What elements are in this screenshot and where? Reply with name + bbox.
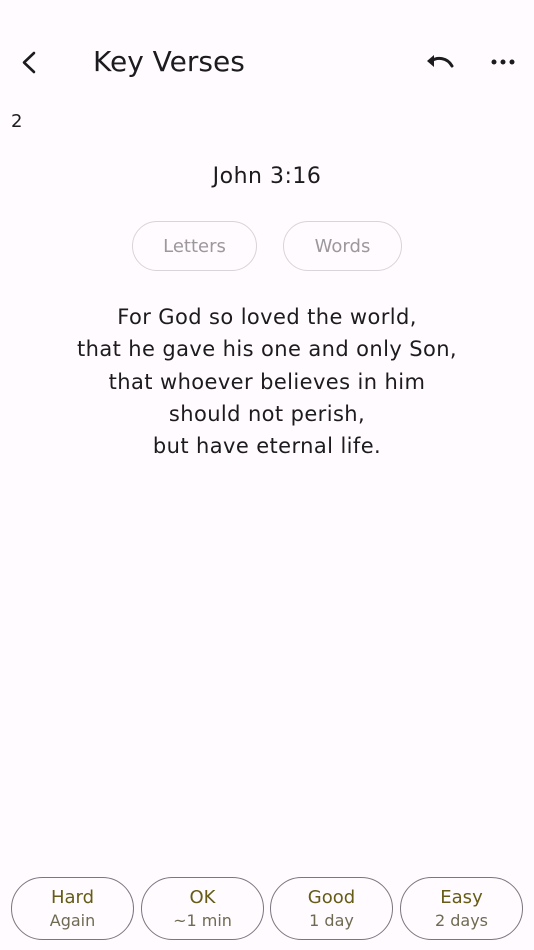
verse-text: For God so loved the world, that he gave… <box>0 301 534 462</box>
ok-grade-button[interactable]: OK ~1 min <box>141 877 264 940</box>
letters-hint-button[interactable]: Letters <box>132 221 257 271</box>
undo-button[interactable] <box>418 40 462 84</box>
verse-line: that whoever believes in him <box>108 369 426 394</box>
verse-line: For God so loved the world, <box>117 305 417 329</box>
verse-line: should not perish, <box>168 401 366 426</box>
words-hint-button[interactable]: Words <box>283 221 402 271</box>
hint-buttons: Letters Words <box>0 221 534 273</box>
grade-label: Easy <box>440 886 483 908</box>
top-app-bar: Key Verses <box>0 0 534 124</box>
undo-icon <box>427 55 454 68</box>
chevron-left-icon <box>22 51 36 74</box>
verse-reference: John 3:16 <box>212 164 322 189</box>
grade-label: Good <box>307 886 356 908</box>
page-title: Key Verses <box>93 45 245 78</box>
grade-label: OK <box>189 886 216 908</box>
grade-interval: 2 days <box>434 910 489 930</box>
hard-grade-button[interactable]: Hard Again <box>11 877 134 940</box>
grade-interval: Again <box>49 910 96 930</box>
grade-interval: ~1 min <box>173 910 232 930</box>
grade-label: Hard <box>50 886 95 908</box>
good-grade-button[interactable]: Good 1 day <box>270 877 393 940</box>
grade-interval: 1 day <box>309 910 354 930</box>
grade-buttons: Hard Again OK ~1 min Good 1 day Easy 2 d… <box>0 877 534 941</box>
verse-line: that he gave his one and only Son, <box>76 337 457 362</box>
more-horizontal-icon <box>491 59 515 65</box>
verse-line: but have eternal life. <box>152 434 382 459</box>
back-button[interactable] <box>8 40 52 84</box>
more-options-button[interactable] <box>481 40 525 84</box>
easy-grade-button[interactable]: Easy 2 days <box>400 877 523 940</box>
review-counter: 2 <box>11 111 23 132</box>
